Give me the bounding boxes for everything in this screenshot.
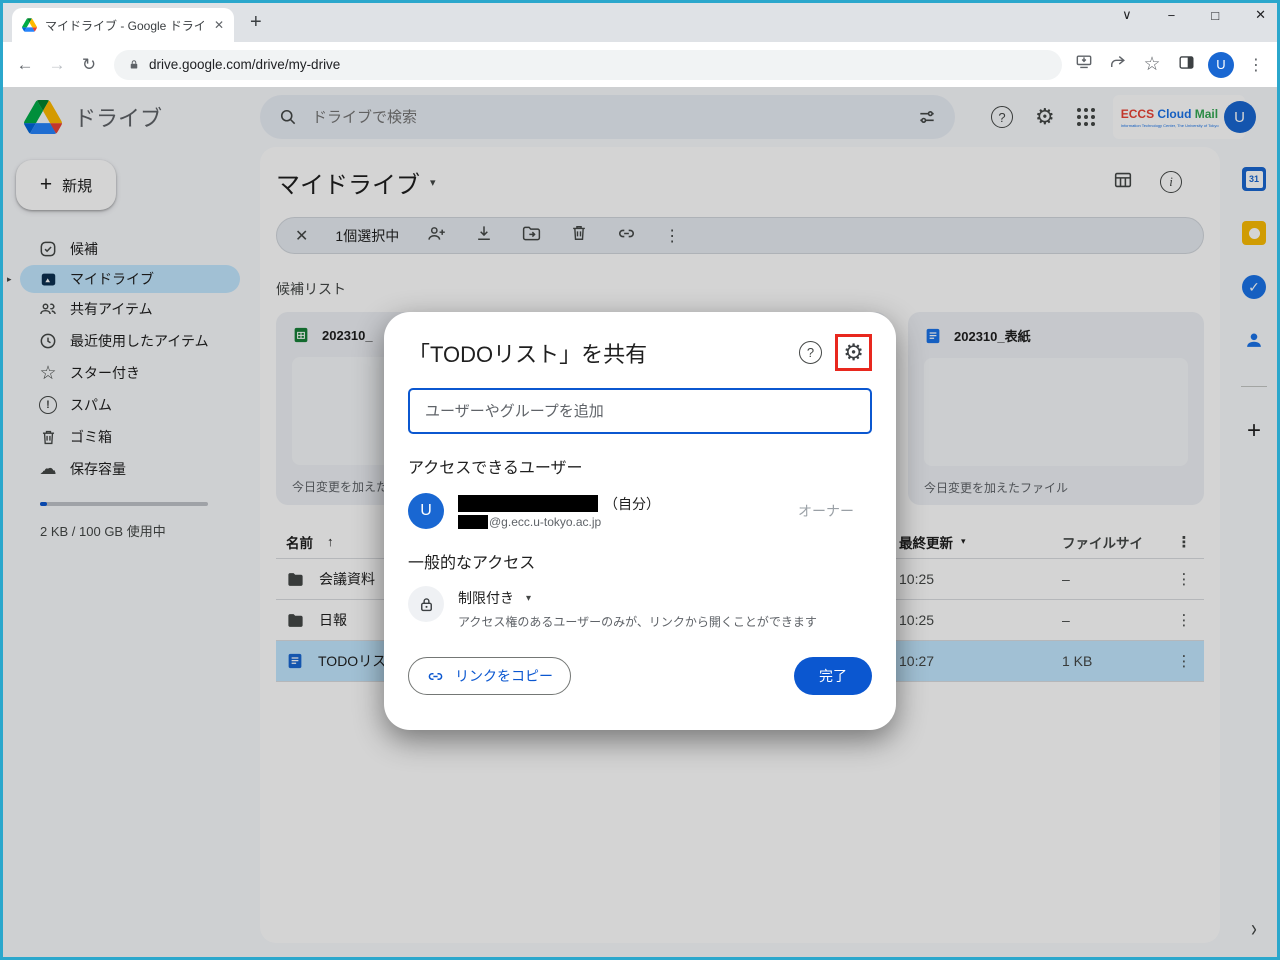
- access-description: アクセス権のあるユーザーのみが、リンクから開くことができます: [458, 615, 817, 629]
- dialog-help-icon[interactable]: ?: [799, 341, 822, 364]
- lock-icon: [130, 60, 138, 69]
- general-access-label: 一般的なアクセス: [408, 555, 536, 572]
- drive-favicon: [22, 18, 37, 32]
- copy-link-button[interactable]: リンクをコピー: [408, 657, 571, 695]
- bookmark-star-icon[interactable]: ☆: [1140, 53, 1164, 76]
- browser-toolbar: ← → ↻ drive.google.com/drive/my-drive ☆ …: [0, 42, 1280, 87]
- owner-self-label: （自分）: [604, 495, 660, 512]
- browser-avatar[interactable]: U: [1208, 51, 1234, 78]
- window-expand-icon[interactable]: ∨: [1122, 7, 1132, 23]
- share-icon[interactable]: [1106, 52, 1130, 77]
- owner-row[interactable]: U （自分） @g.ecc.u-tokyo.ac.jp オーナー: [408, 493, 872, 529]
- general-access-row: 制限付き ▾ アクセス権のあるユーザーのみが、リンクから開くことができます: [408, 586, 872, 630]
- window-minimize-button[interactable]: −: [1168, 8, 1176, 23]
- window-maximize-button[interactable]: □: [1211, 8, 1219, 23]
- annotation-highlight-box: ⚙: [835, 334, 872, 371]
- side-panel-icon[interactable]: [1174, 53, 1198, 77]
- window-close-button[interactable]: ✕: [1255, 7, 1266, 23]
- owner-avatar: U: [408, 493, 444, 529]
- reload-button[interactable]: ↻: [74, 55, 104, 75]
- forward-button[interactable]: →: [42, 55, 72, 75]
- link-icon: [428, 672, 443, 680]
- save-page-icon[interactable]: [1072, 52, 1096, 77]
- done-button[interactable]: 完了: [794, 657, 872, 695]
- browser-tab[interactable]: マイドライブ - Google ドライブ ✕: [12, 8, 234, 42]
- access-level-dropdown[interactable]: 制限付き ▾: [458, 586, 817, 608]
- people-with-access-label: アクセスできるユーザー: [408, 460, 583, 477]
- browser-tab-strip: マイドライブ - Google ドライブ ✕ + ∨ − □ ✕: [0, 0, 1280, 42]
- share-settings-gear-icon[interactable]: ⚙: [843, 341, 864, 364]
- owner-email-suffix: @g.ecc.u-tokyo.ac.jp: [489, 514, 602, 529]
- url-bar[interactable]: drive.google.com/drive/my-drive: [114, 49, 1062, 80]
- back-button[interactable]: ←: [10, 55, 40, 75]
- browser-menu-icon[interactable]: ⋮: [1244, 55, 1268, 75]
- new-tab-button[interactable]: +: [250, 11, 262, 34]
- share-dialog: 「TODOリスト」を共有 ? ⚙ アクセスできるユーザー U （自分） @g.e…: [384, 312, 896, 730]
- redacted-owner-name: [458, 495, 598, 512]
- tab-close-icon[interactable]: ✕: [214, 18, 224, 32]
- redacted-owner-email: [458, 514, 488, 529]
- owner-role-label: オーナー: [798, 503, 854, 519]
- caret-down-icon: ▾: [526, 592, 532, 604]
- drive-app: ドライブ ? ⚙ ECCS Cloud Mail Information Tec…: [0, 87, 1280, 957]
- add-people-input[interactable]: [408, 388, 872, 434]
- dialog-title: 「TODOリスト」を共有: [408, 341, 648, 367]
- tab-title: マイドライブ - Google ドライブ: [45, 18, 206, 33]
- url-text: drive.google.com/drive/my-drive: [149, 57, 341, 72]
- lock-icon: [408, 586, 444, 622]
